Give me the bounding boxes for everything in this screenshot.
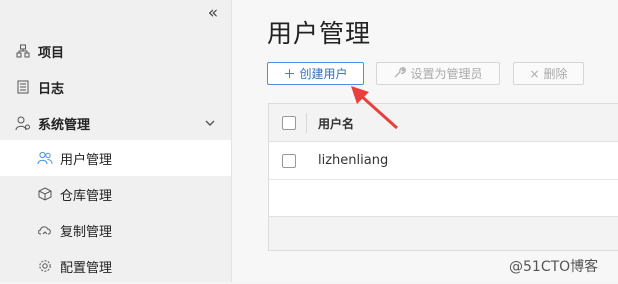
watermark: @51CTO博客 (509, 259, 599, 275)
chevron-down-icon (205, 120, 215, 126)
delete-label: 删除 (543, 67, 568, 81)
sidebar-item-label: 系统管理 (38, 117, 91, 133)
sidebar-item-replication-management[interactable]: 复制管理 (0, 212, 231, 248)
projects-icon (15, 43, 31, 59)
cube-icon (37, 186, 53, 202)
sidebar-item-label: 用户管理 (60, 152, 113, 168)
sidebar-item-label: 仓库管理 (60, 188, 113, 204)
create-user-label: 创建用户 (299, 67, 348, 81)
username-cell: lizhenliang (318, 153, 389, 168)
sidebar-item-label: 日志 (38, 81, 65, 97)
sidebar-item-label: 项目 (38, 45, 65, 61)
cloud-sync-icon (37, 222, 53, 238)
sidebar-item-logs[interactable]: 日志 (0, 69, 231, 105)
sidebar-item-label: 复制管理 (60, 224, 113, 240)
column-divider (306, 113, 307, 133)
sidebar-item-repository-management[interactable]: 仓库管理 (0, 176, 231, 212)
log-icon (15, 79, 31, 95)
page-title: 用户管理 (267, 19, 372, 48)
sidebar-item-configuration-management[interactable]: 配置管理 (0, 248, 231, 284)
user-gear-icon (15, 115, 31, 131)
close-icon: × (529, 66, 540, 81)
table-header: 用户名 (269, 104, 618, 142)
table-footer (269, 216, 618, 250)
set-admin-label: 设置为管理员 (410, 67, 483, 81)
select-all-checkbox[interactable] (282, 116, 296, 130)
users-icon (37, 150, 53, 166)
user-table: 用户名 lizhenliang (268, 103, 618, 251)
main-content: 用户管理 ＋ 创建用户 设置为管理员 × 删除 用户名 lizhenliang (232, 0, 618, 282)
sidebar-item-label: 配置管理 (60, 260, 113, 276)
annotation-arrow-icon (351, 86, 399, 130)
sidebar-item-user-management[interactable]: 用户管理 (0, 140, 231, 176)
collapse-sidebar-button[interactable]: « (203, 3, 223, 23)
gear-icon (37, 258, 53, 274)
sidebar: « 项目 日志 系统管理 用户管理 仓库管理 复制管理 配置管理 (0, 0, 232, 282)
table-row[interactable]: lizhenliang (269, 142, 618, 180)
plus-icon: ＋ (283, 67, 296, 81)
sidebar-item-system-admin[interactable]: 系统管理 (0, 105, 231, 141)
delete-button[interactable]: × 删除 (513, 62, 584, 85)
sidebar-item-projects[interactable]: 项目 (0, 33, 231, 69)
row-checkbox[interactable] (282, 154, 296, 168)
